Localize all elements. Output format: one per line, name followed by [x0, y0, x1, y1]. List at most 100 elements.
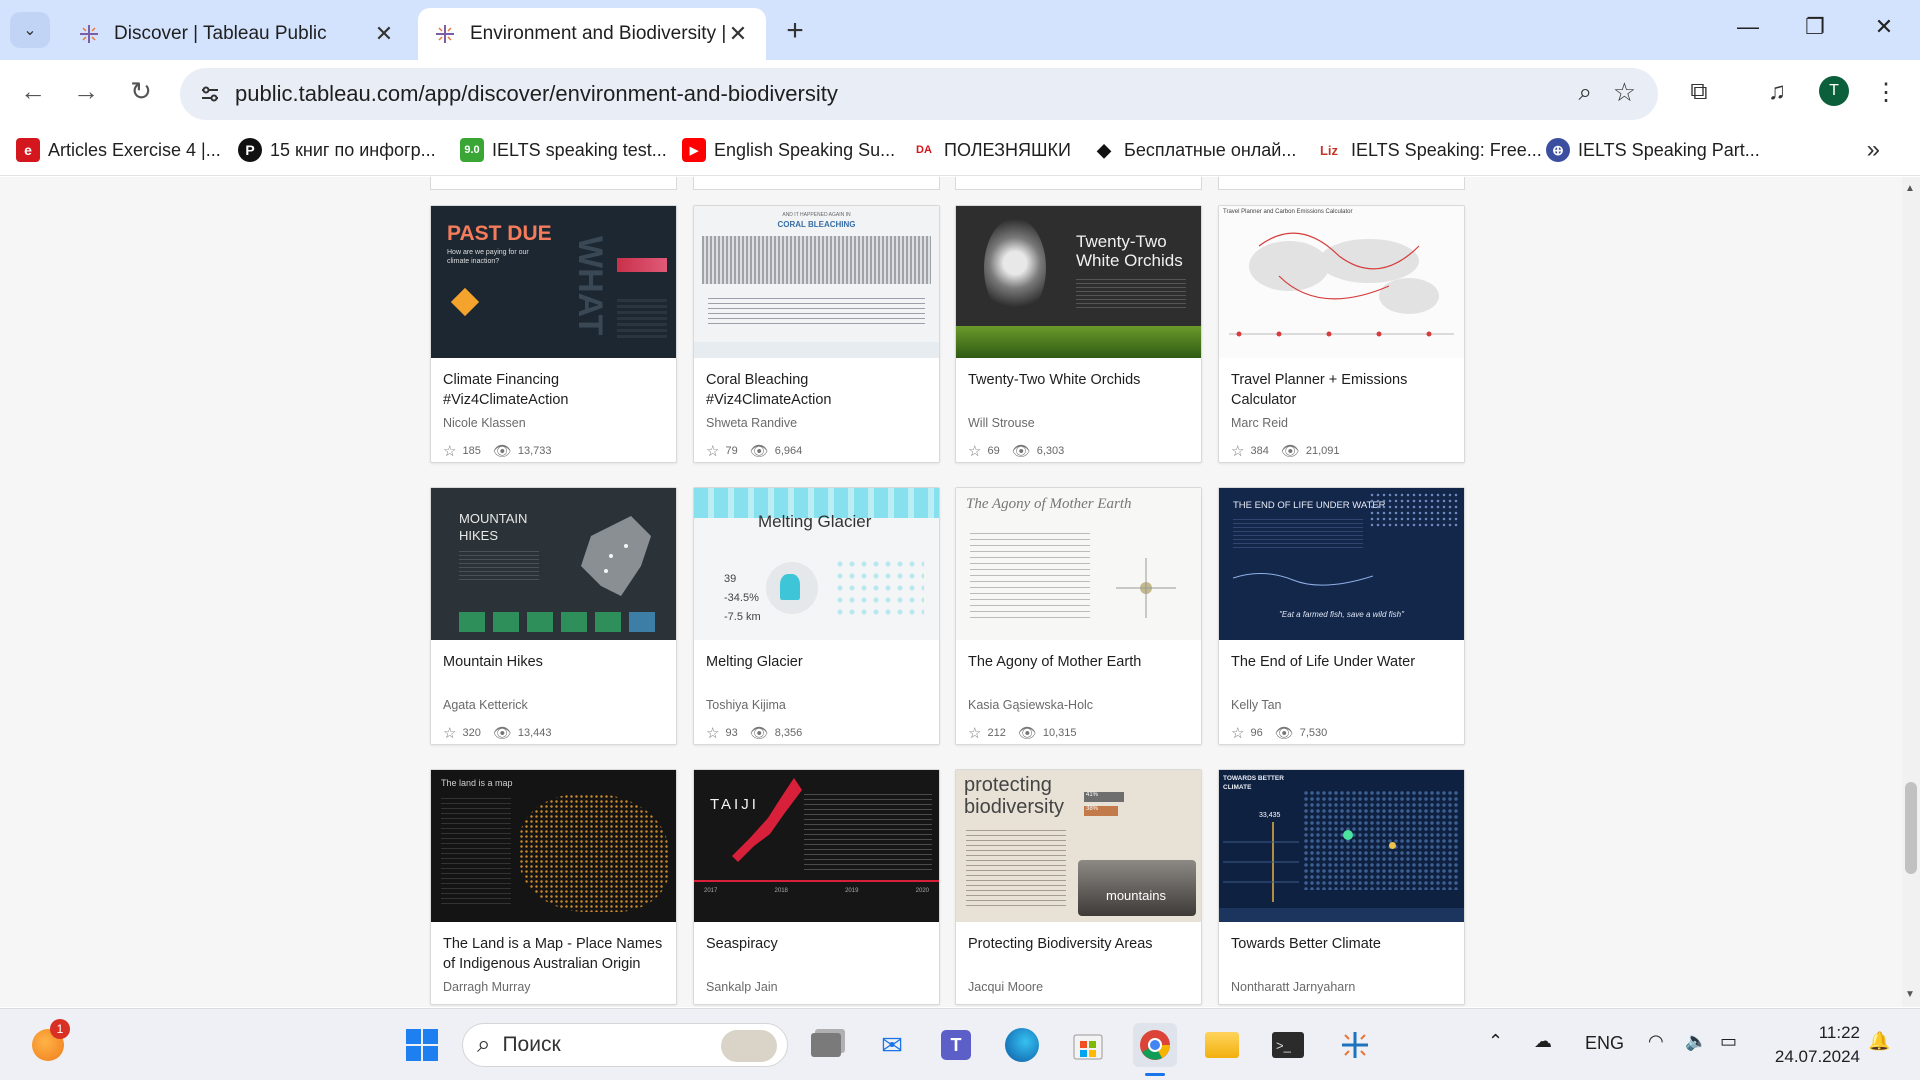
viz-author[interactable]: Darragh Murray	[431, 976, 676, 1004]
viz-title[interactable]: Coral Bleaching #Viz4ClimateAction	[694, 358, 939, 412]
bookmark-item[interactable]: e Articles Exercise 4 |...	[16, 138, 221, 162]
tab-discover[interactable]: Discover | Tableau Public ✕	[62, 8, 412, 60]
onedrive-icon[interactable]: ☁	[1534, 1031, 1552, 1052]
viz-title[interactable]: Melting Glacier	[694, 640, 939, 694]
menu-icon[interactable]: ⋮	[1870, 78, 1902, 107]
taskbar-search[interactable]: ⌕ Поиск	[462, 1023, 788, 1067]
viz-author[interactable]: Shweta Randive	[694, 412, 939, 440]
bookmark-star-icon[interactable]: ☆	[1613, 77, 1636, 108]
close-icon[interactable]: ✕	[372, 21, 396, 47]
file-explorer-icon[interactable]	[1200, 1023, 1244, 1067]
viz-author[interactable]: Kelly Tan	[1219, 694, 1464, 722]
star-icon[interactable]: ☆	[1231, 724, 1244, 742]
viz-title[interactable]: The Agony of Mother Earth	[956, 640, 1201, 694]
star-icon[interactable]: ☆	[1231, 442, 1244, 460]
viz-thumbnail[interactable]: TOWARDS BETTER CLIMATE 33,435	[1219, 770, 1464, 922]
notifications-bell-icon[interactable]: 🔔	[1868, 1031, 1890, 1052]
store-icon[interactable]	[1066, 1023, 1110, 1067]
viz-author[interactable]: Agata Ketterick	[431, 694, 676, 722]
viz-thumbnail[interactable]: The Agony of Mother Earth	[956, 488, 1201, 640]
bookmark-item[interactable]: ⊕ IELTS Speaking Part...	[1546, 138, 1760, 162]
viz-card[interactable]: TAIJI 2017 2018 2019 2020 Seaspiracy San…	[693, 769, 940, 1005]
viz-card[interactable]: The land is a map The Land is a Map - Pl…	[430, 769, 677, 1005]
site-settings-icon[interactable]	[198, 82, 222, 106]
viz-title[interactable]: Travel Planner + Emissions Calculator	[1219, 358, 1464, 412]
close-icon[interactable]: ✕	[726, 21, 750, 47]
edge-icon[interactable]	[1000, 1023, 1044, 1067]
battery-icon[interactable]: ▭	[1720, 1031, 1737, 1052]
viz-card[interactable]: Melting Glacier 39 -34.5% -7.5 km Meltin…	[693, 487, 940, 745]
star-icon[interactable]: ☆	[443, 724, 456, 742]
viz-thumbnail[interactable]: protecting biodiversity 41% 38% mountain…	[956, 770, 1201, 922]
scroll-down-icon[interactable]: ▼	[1905, 989, 1915, 1000]
close-window-icon[interactable]: ✕	[1869, 14, 1899, 40]
viz-author[interactable]: Will Strouse	[956, 412, 1201, 440]
viz-thumbnail[interactable]: TAIJI 2017 2018 2019 2020	[694, 770, 939, 922]
viz-card[interactable]: THE END OF LIFE UNDER WATER "Eat a farme…	[1218, 487, 1465, 745]
restore-icon[interactable]: ❐	[1800, 14, 1830, 40]
viz-thumbnail[interactable]: THE END OF LIFE UNDER WATER "Eat a farme…	[1219, 488, 1464, 640]
viz-author[interactable]: Toshiya Kijima	[694, 694, 939, 722]
scroll-up-icon[interactable]: ▲	[1905, 183, 1915, 194]
volume-icon[interactable]: 🔈	[1685, 1031, 1707, 1052]
viz-title[interactable]: Mountain Hikes	[431, 640, 676, 694]
viz-thumbnail[interactable]: MOUNTAIN HIKES	[431, 488, 676, 640]
chevron-up-icon[interactable]: ⌃	[1488, 1031, 1503, 1052]
viz-author[interactable]: Nontharatt Jarnyaharn	[1219, 976, 1464, 1004]
scrollbar-thumb[interactable]	[1905, 782, 1917, 874]
viz-thumbnail[interactable]: PAST DUE How are we paying for our clima…	[431, 206, 676, 358]
viz-thumbnail[interactable]: Melting Glacier 39 -34.5% -7.5 km	[694, 488, 939, 640]
bookmark-item[interactable]: DA ПОЛЕЗНЯШКИ	[912, 138, 1071, 162]
viz-title[interactable]: Twenty-Two White Orchids	[956, 358, 1201, 412]
star-icon[interactable]: ☆	[443, 442, 456, 460]
bookmark-item[interactable]: 9.0 IELTS speaking test...	[460, 138, 667, 162]
viz-title[interactable]: The End of Life Under Water	[1219, 640, 1464, 694]
page-scrollbar[interactable]: ▲ ▼	[1902, 177, 1920, 1007]
language-indicator[interactable]: ENG	[1585, 1033, 1624, 1054]
media-control-icon[interactable]: ♫	[1761, 78, 1793, 106]
viz-card[interactable]: TOWARDS BETTER CLIMATE 33,435 Towards Be…	[1218, 769, 1465, 1005]
viz-card[interactable]: Travel Planner and Carbon Emissions Calc…	[1218, 205, 1465, 463]
extensions-icon[interactable]: ⧉	[1683, 78, 1715, 106]
viz-thumbnail[interactable]: The land is a map	[431, 770, 676, 922]
viz-card[interactable]: The Agony of Mother Earth The Agony of M…	[955, 487, 1202, 745]
terminal-icon[interactable]: >_	[1266, 1023, 1310, 1067]
viz-card[interactable]: Twenty-Two White Orchids Twenty-Two Whit…	[955, 205, 1202, 463]
weather-widget[interactable]: 1	[26, 1019, 70, 1067]
forward-icon[interactable]: →	[69, 76, 103, 107]
viz-title[interactable]: The Land is a Map - Place Names of Indig…	[431, 922, 676, 976]
task-view-icon[interactable]	[804, 1023, 848, 1067]
address-bar[interactable]: public.tableau.com/app/discover/environm…	[180, 68, 1658, 120]
viz-title[interactable]: Climate Financing #Viz4ClimateAction	[431, 358, 676, 412]
teams-icon[interactable]: T	[934, 1023, 978, 1067]
bookmark-item[interactable]: Liz IELTS Speaking: Free...	[1315, 138, 1542, 162]
tableau-taskbar-icon[interactable]	[1333, 1023, 1377, 1067]
viz-title[interactable]: Towards Better Climate	[1219, 922, 1464, 976]
viz-author[interactable]: Marc Reid	[1219, 412, 1464, 440]
minimize-icon[interactable]: —	[1733, 14, 1763, 40]
viz-author[interactable]: Sankalp Jain	[694, 976, 939, 1004]
viz-card[interactable]: MOUNTAIN HIKES Mountain Hikes Agata Kett…	[430, 487, 677, 745]
viz-author[interactable]: Nicole Klassen	[431, 412, 676, 440]
viz-thumbnail[interactable]: Travel Planner and Carbon Emissions Calc…	[1219, 206, 1464, 358]
reload-icon[interactable]: ↻	[124, 76, 158, 107]
viz-card[interactable]: protecting biodiversity 41% 38% mountain…	[955, 769, 1202, 1005]
chrome-icon[interactable]	[1133, 1023, 1177, 1076]
viz-author[interactable]: Kasia Gąsiewska-Holc	[956, 694, 1201, 722]
tab-environment[interactable]: Environment and Biodiversity | T ✕	[418, 8, 766, 60]
star-icon[interactable]: ☆	[968, 724, 981, 742]
bookmark-item[interactable]: ▶ English Speaking Su...	[682, 138, 895, 162]
tab-search-button[interactable]: ⌄	[10, 12, 50, 48]
system-clock[interactable]: 11:22 24.07.2024	[1775, 1021, 1860, 1069]
mail-icon[interactable]: ✉	[870, 1023, 914, 1067]
viz-author[interactable]: Jacqui Moore	[956, 976, 1201, 1004]
new-tab-button[interactable]: +	[780, 14, 810, 48]
wifi-icon[interactable]: ◠	[1648, 1031, 1664, 1052]
viz-title[interactable]: Seaspiracy	[694, 922, 939, 976]
star-icon[interactable]: ☆	[968, 442, 981, 460]
viz-thumbnail[interactable]: AND IT HAPPENED AGAIN IN CORAL BLEACHING	[694, 206, 939, 358]
viz-title[interactable]: Protecting Biodiversity Areas	[956, 922, 1201, 976]
more-bookmarks-icon[interactable]: »	[1867, 136, 1880, 164]
zoom-icon[interactable]: ⌕	[1579, 79, 1592, 107]
back-icon[interactable]: ←	[16, 76, 50, 107]
